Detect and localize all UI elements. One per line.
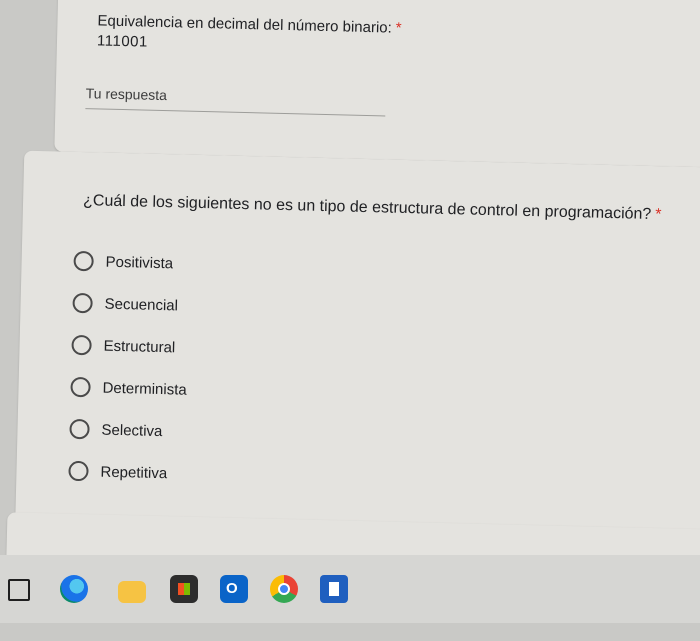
radio-option[interactable]: Determinista	[70, 366, 187, 411]
radio-option[interactable]: Positivista	[73, 240, 190, 285]
radio-label: Selectiva	[101, 421, 163, 440]
radio-option[interactable]: Secuencial	[72, 282, 189, 327]
question-title: ¿Cuál de los siguientes no es un tipo de…	[83, 192, 662, 224]
radio-button[interactable]	[69, 418, 90, 440]
radio-option[interactable]: Selectiva	[69, 408, 186, 453]
question-description: 111001	[96, 32, 149, 51]
radio-label: Repetitiva	[100, 463, 168, 482]
radio-label: Positivista	[105, 253, 174, 272]
question-title-text: ¿Cuál de los siguientes no es un tipo de…	[82, 192, 652, 223]
question-card-binary: Equivalencia en decimal del número binar…	[54, 0, 700, 168]
radio-option[interactable]: Estructural	[71, 324, 188, 369]
radio-label: Determinista	[102, 379, 187, 399]
store-icon[interactable]	[170, 575, 198, 603]
file-explorer-icon[interactable]	[118, 581, 146, 603]
app-icon[interactable]	[320, 575, 348, 603]
outlook-icon[interactable]	[220, 575, 248, 603]
edge-icon[interactable]	[60, 575, 88, 603]
chrome-icon[interactable]	[270, 575, 298, 603]
answer-placeholder: Tu respuesta	[85, 85, 168, 104]
form-viewport: Equivalencia en decimal del número binar…	[0, 0, 700, 640]
radio-button[interactable]	[71, 334, 92, 356]
radio-option[interactable]: Repetitiva	[68, 450, 185, 495]
radio-group: Positivista Secuencial Estructural Deter…	[68, 240, 190, 495]
taskbar	[0, 555, 700, 623]
ai-icon[interactable]	[8, 579, 30, 601]
radio-button[interactable]	[72, 292, 93, 314]
radio-button[interactable]	[68, 460, 89, 482]
short-answer-input[interactable]: Tu respuesta	[85, 82, 386, 117]
required-asterisk: *	[655, 206, 662, 224]
question-card-control-structures: ¿Cuál de los siguientes no es un tipo de…	[14, 150, 700, 558]
radio-button[interactable]	[70, 376, 91, 398]
radio-label: Secuencial	[104, 295, 179, 314]
radio-button[interactable]	[73, 250, 94, 272]
required-asterisk: *	[395, 19, 402, 37]
radio-label: Estructural	[103, 337, 176, 356]
